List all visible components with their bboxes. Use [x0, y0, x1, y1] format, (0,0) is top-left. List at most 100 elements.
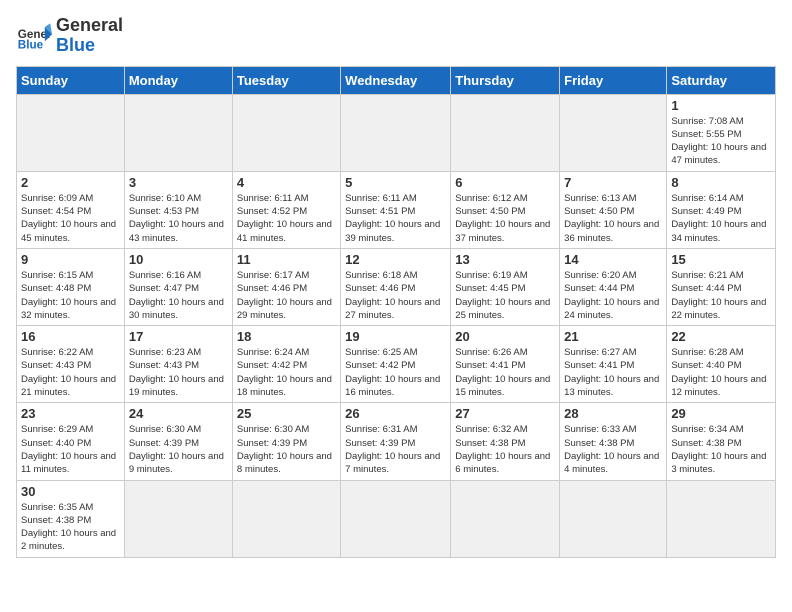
- svg-text:Blue: Blue: [18, 38, 44, 51]
- day-info: Sunrise: 6:31 AM Sunset: 4:39 PM Dayligh…: [345, 423, 446, 476]
- day-info: Sunrise: 6:32 AM Sunset: 4:38 PM Dayligh…: [455, 423, 555, 476]
- day-info: Sunrise: 6:26 AM Sunset: 4:41 PM Dayligh…: [455, 346, 555, 399]
- calendar-day: 5Sunrise: 6:11 AM Sunset: 4:51 PM Daylig…: [341, 171, 451, 248]
- calendar-week-4: 16 Sunrise: 6:22 AM Sunset: 4:43 PM Dayli…: [17, 326, 776, 403]
- day-info: Sunrise: 6:25 AM Sunset: 4:42 PM Dayligh…: [345, 346, 446, 399]
- day-number: 16: [21, 329, 120, 344]
- day-number: 12: [345, 252, 446, 267]
- calendar-day: 10 Sunrise: 6:16 AM Sunset: 4:47 PM Dayli…: [124, 248, 232, 325]
- day-number: 29: [671, 406, 771, 421]
- calendar-day: 28 Sunrise: 6:33 AM Sunset: 4:38 PM Dayli…: [560, 403, 667, 480]
- day-number: 14: [564, 252, 662, 267]
- calendar-day: 29 Sunrise: 6:34 AM Sunset: 4:38 PM Dayli…: [667, 403, 776, 480]
- day-info: Sunrise: 6:34 AM Sunset: 4:38 PM Dayligh…: [671, 423, 771, 476]
- day-number: 21: [564, 329, 662, 344]
- calendar-day: 21Sunrise: 6:27 AM Sunset: 4:41 PM Dayli…: [560, 326, 667, 403]
- calendar-week-2: 2 Sunrise: 6:09 AM Sunset: 4:54 PM Daylig…: [17, 171, 776, 248]
- calendar-day: 23Sunrise: 6:29 AM Sunset: 4:40 PM Dayli…: [17, 403, 125, 480]
- calendar-day: [232, 480, 340, 557]
- col-header-monday: Monday: [124, 66, 232, 94]
- day-info: Sunrise: 6:20 AM Sunset: 4:44 PM Dayligh…: [564, 269, 662, 322]
- day-number: 3: [129, 175, 228, 190]
- day-number: 30: [21, 484, 120, 499]
- calendar-day: 4Sunrise: 6:11 AM Sunset: 4:52 PM Daylig…: [232, 171, 340, 248]
- logo-blue: Blue: [56, 36, 123, 56]
- calendar-day: 8Sunrise: 6:14 AM Sunset: 4:49 PM Daylig…: [667, 171, 776, 248]
- day-info: Sunrise: 6:35 AM Sunset: 4:38 PM Dayligh…: [21, 501, 120, 554]
- calendar-day: [451, 480, 560, 557]
- calendar-day: 9 Sunrise: 6:15 AM Sunset: 4:48 PM Daylig…: [17, 248, 125, 325]
- calendar-day: [341, 480, 451, 557]
- day-info: Sunrise: 6:33 AM Sunset: 4:38 PM Dayligh…: [564, 423, 662, 476]
- day-number: 7: [564, 175, 662, 190]
- day-info: Sunrise: 6:11 AM Sunset: 4:52 PM Dayligh…: [237, 192, 336, 245]
- calendar-day: 26 Sunrise: 6:31 AM Sunset: 4:39 PM Dayli…: [341, 403, 451, 480]
- day-number: 20: [455, 329, 555, 344]
- day-info: Sunrise: 6:18 AM Sunset: 4:46 PM Dayligh…: [345, 269, 446, 322]
- page-header: General Blue General Blue: [16, 16, 776, 56]
- day-number: 19: [345, 329, 446, 344]
- calendar-day: 1 Sunrise: 7:08 AM Sunset: 5:55 PM Daylig…: [667, 94, 776, 171]
- calendar-day: 6Sunrise: 6:12 AM Sunset: 4:50 PM Daylig…: [451, 171, 560, 248]
- calendar-day: 22Sunrise: 6:28 AM Sunset: 4:40 PM Dayli…: [667, 326, 776, 403]
- calendar-day: 2 Sunrise: 6:09 AM Sunset: 4:54 PM Daylig…: [17, 171, 125, 248]
- calendar-week-5: 23Sunrise: 6:29 AM Sunset: 4:40 PM Dayli…: [17, 403, 776, 480]
- calendar-header-row: SundayMondayTuesdayWednesdayThursdayFrid…: [17, 66, 776, 94]
- calendar-day: 13Sunrise: 6:19 AM Sunset: 4:45 PM Dayli…: [451, 248, 560, 325]
- day-info: Sunrise: 6:17 AM Sunset: 4:46 PM Dayligh…: [237, 269, 336, 322]
- day-number: 2: [21, 175, 120, 190]
- day-number: 15: [671, 252, 771, 267]
- day-info: Sunrise: 6:22 AM Sunset: 4:43 PM Dayligh…: [21, 346, 120, 399]
- col-header-friday: Friday: [560, 66, 667, 94]
- calendar-day: [560, 94, 667, 171]
- day-info: Sunrise: 6:24 AM Sunset: 4:42 PM Dayligh…: [237, 346, 336, 399]
- day-number: 11: [237, 252, 336, 267]
- col-header-thursday: Thursday: [451, 66, 560, 94]
- calendar-day: [232, 94, 340, 171]
- calendar-day: 24 Sunrise: 6:30 AM Sunset: 4:39 PM Dayli…: [124, 403, 232, 480]
- calendar-day: 19 Sunrise: 6:25 AM Sunset: 4:42 PM Dayli…: [341, 326, 451, 403]
- day-number: 26: [345, 406, 446, 421]
- day-info: Sunrise: 6:23 AM Sunset: 4:43 PM Dayligh…: [129, 346, 228, 399]
- calendar-week-3: 9 Sunrise: 6:15 AM Sunset: 4:48 PM Daylig…: [17, 248, 776, 325]
- calendar-day: 17 Sunrise: 6:23 AM Sunset: 4:43 PM Dayli…: [124, 326, 232, 403]
- day-number: 1: [671, 98, 771, 113]
- day-number: 6: [455, 175, 555, 190]
- calendar-day: [451, 94, 560, 171]
- calendar-day: [17, 94, 125, 171]
- day-info: Sunrise: 6:30 AM Sunset: 4:39 PM Dayligh…: [129, 423, 228, 476]
- col-header-sunday: Sunday: [17, 66, 125, 94]
- logo-general: General: [56, 16, 123, 36]
- calendar-day: 15Sunrise: 6:21 AM Sunset: 4:44 PM Dayli…: [667, 248, 776, 325]
- calendar-week-6: 30 Sunrise: 6:35 AM Sunset: 4:38 PM Dayli…: [17, 480, 776, 557]
- logo: General Blue General Blue: [16, 16, 123, 56]
- day-info: Sunrise: 6:10 AM Sunset: 4:53 PM Dayligh…: [129, 192, 228, 245]
- day-info: Sunrise: 6:29 AM Sunset: 4:40 PM Dayligh…: [21, 423, 120, 476]
- day-info: Sunrise: 6:16 AM Sunset: 4:47 PM Dayligh…: [129, 269, 228, 322]
- calendar-day: 18 Sunrise: 6:24 AM Sunset: 4:42 PM Dayli…: [232, 326, 340, 403]
- day-info: Sunrise: 7:08 AM Sunset: 5:55 PM Dayligh…: [671, 115, 771, 168]
- day-info: Sunrise: 6:11 AM Sunset: 4:51 PM Dayligh…: [345, 192, 446, 245]
- calendar-day: 30 Sunrise: 6:35 AM Sunset: 4:38 PM Dayli…: [17, 480, 125, 557]
- day-info: Sunrise: 6:13 AM Sunset: 4:50 PM Dayligh…: [564, 192, 662, 245]
- calendar-day: 14 Sunrise: 6:20 AM Sunset: 4:44 PM Dayli…: [560, 248, 667, 325]
- calendar-day: [124, 94, 232, 171]
- day-number: 18: [237, 329, 336, 344]
- calendar-day: [560, 480, 667, 557]
- day-number: 22: [671, 329, 771, 344]
- day-number: 28: [564, 406, 662, 421]
- day-number: 9: [21, 252, 120, 267]
- calendar-day: 20 Sunrise: 6:26 AM Sunset: 4:41 PM Dayli…: [451, 326, 560, 403]
- calendar-day: 11 Sunrise: 6:17 AM Sunset: 4:46 PM Dayli…: [232, 248, 340, 325]
- day-number: 17: [129, 329, 228, 344]
- calendar-week-1: 1 Sunrise: 7:08 AM Sunset: 5:55 PM Daylig…: [17, 94, 776, 171]
- day-info: Sunrise: 6:15 AM Sunset: 4:48 PM Dayligh…: [21, 269, 120, 322]
- calendar-day: 12 Sunrise: 6:18 AM Sunset: 4:46 PM Dayli…: [341, 248, 451, 325]
- calendar-day: 27Sunrise: 6:32 AM Sunset: 4:38 PM Dayli…: [451, 403, 560, 480]
- col-header-saturday: Saturday: [667, 66, 776, 94]
- day-number: 24: [129, 406, 228, 421]
- calendar-day: 3 Sunrise: 6:10 AM Sunset: 4:53 PM Daylig…: [124, 171, 232, 248]
- day-number: 10: [129, 252, 228, 267]
- calendar-day: 7 Sunrise: 6:13 AM Sunset: 4:50 PM Daylig…: [560, 171, 667, 248]
- day-info: Sunrise: 6:09 AM Sunset: 4:54 PM Dayligh…: [21, 192, 120, 245]
